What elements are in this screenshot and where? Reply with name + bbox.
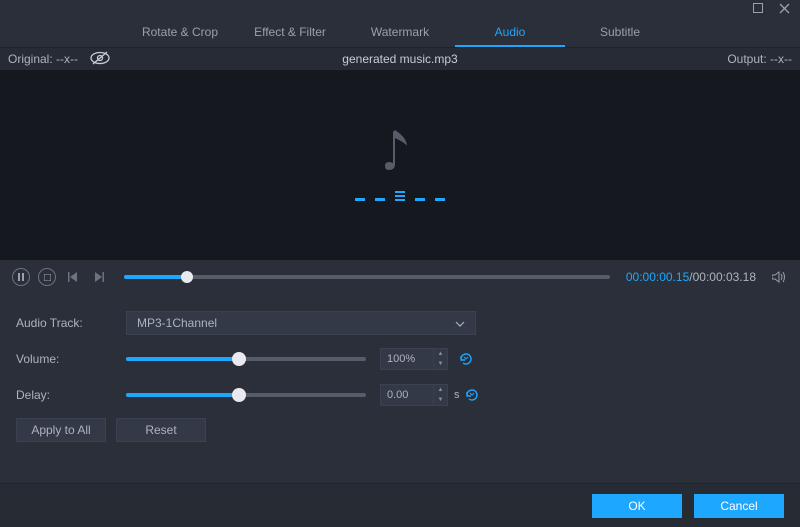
delay-label: Delay: (16, 388, 126, 402)
volume-spin-down[interactable]: ▼ (434, 359, 447, 369)
delay-unit-label: s (454, 389, 460, 401)
file-name: generated music.mp3 (0, 52, 800, 66)
delay-slider-thumb[interactable] (232, 388, 246, 402)
total-time: 00:00:03.18 (693, 270, 756, 284)
music-note-icon (385, 130, 415, 177)
volume-label: Volume: (16, 352, 126, 366)
volume-spin-up[interactable]: ▲ (434, 349, 447, 359)
playback-timeline[interactable] (124, 275, 610, 279)
close-button[interactable] (778, 2, 790, 14)
volume-value-input[interactable]: 100% (380, 348, 434, 370)
title-bar (0, 0, 800, 16)
delay-reset-icon[interactable] (464, 387, 480, 403)
delay-slider[interactable] (126, 393, 366, 397)
previous-button[interactable] (64, 268, 82, 286)
original-dimensions-label: Original: --x-- (8, 52, 78, 66)
next-button[interactable] (90, 268, 108, 286)
audio-settings-panel: Audio Track: MP3-1Channel Volume: 100% ▲… (0, 294, 800, 452)
cancel-button[interactable]: Cancel (694, 494, 784, 518)
playback-controls: 00:00:00.15/00:00:03.18 (0, 260, 800, 294)
tab-effect-filter[interactable]: Effect & Filter (235, 16, 345, 47)
delay-spin-up[interactable]: ▲ (434, 385, 447, 395)
tab-bar: Rotate & Crop Effect & Filter Watermark … (0, 16, 800, 48)
volume-slider-thumb[interactable] (232, 352, 246, 366)
output-dimensions-label: Output: --x-- (727, 52, 792, 66)
audio-track-select[interactable]: MP3-1Channel (126, 311, 476, 335)
ok-button[interactable]: OK (592, 494, 682, 518)
info-bar: Original: --x-- generated music.mp3 Outp… (0, 48, 800, 70)
timeline-thumb[interactable] (181, 271, 193, 283)
audio-track-label: Audio Track: (16, 316, 126, 330)
preview-toggle-icon[interactable] (90, 51, 110, 68)
playback-time: 00:00:00.15/00:00:03.18 (626, 270, 756, 284)
apply-to-all-button[interactable]: Apply to All (16, 418, 106, 442)
tab-audio[interactable]: Audio (455, 16, 565, 47)
preview-pane (0, 70, 800, 260)
delay-spin-down[interactable]: ▼ (434, 395, 447, 405)
equalizer-icon (355, 191, 445, 201)
maximize-button[interactable] (752, 2, 764, 14)
tab-subtitle[interactable]: Subtitle (565, 16, 675, 47)
current-time: 00:00:00.15 (626, 270, 689, 284)
volume-reset-icon[interactable] (458, 351, 474, 367)
stop-button[interactable] (38, 268, 56, 286)
volume-icon[interactable] (770, 268, 788, 286)
dialog-footer: OK Cancel (0, 483, 800, 527)
volume-slider[interactable] (126, 357, 366, 361)
audio-track-value: MP3-1Channel (137, 316, 217, 330)
tab-rotate-crop[interactable]: Rotate & Crop (125, 16, 235, 47)
play-pause-button[interactable] (12, 268, 30, 286)
delay-value-input[interactable]: 0.00 (380, 384, 434, 406)
tab-watermark[interactable]: Watermark (345, 16, 455, 47)
chevron-down-icon (455, 316, 465, 330)
reset-button[interactable]: Reset (116, 418, 206, 442)
